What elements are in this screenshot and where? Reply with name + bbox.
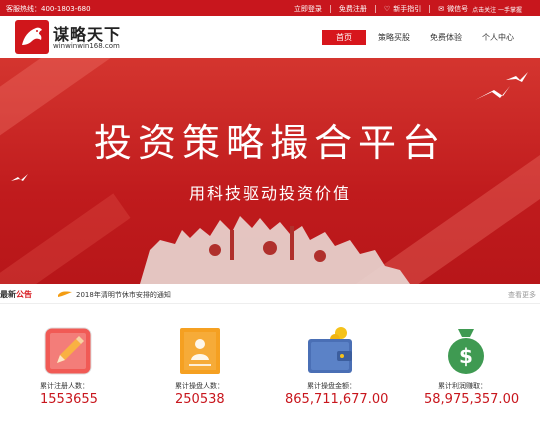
stat-value: 1553655 xyxy=(40,392,98,407)
notice-link[interactable]: 2018年清明节休市安排的通知 xyxy=(76,290,171,300)
stat-value: 58,975,357.00 xyxy=(424,392,520,407)
money-bag-icon: $ xyxy=(448,329,484,374)
logo-horse-icon xyxy=(15,20,49,54)
notice-bar: 最新公告 2018年清明节休市安排的通知 查看更多 xyxy=(0,284,540,304)
heart-icon: ♡ xyxy=(383,5,391,13)
nav-user-center[interactable]: 个人中心 xyxy=(474,30,522,45)
birds-icon xyxy=(475,72,528,100)
top-links: 立即登录 免费注册 ♡ 新手指引 ✉ 微信号 点击关注 一手掌握 xyxy=(294,4,522,14)
wechat-icon: ✉ xyxy=(438,5,445,13)
crowd-illustration xyxy=(140,216,410,284)
header: 谋略天下 winwinwin168.com 首页 策略买股 免费体验 个人中心 xyxy=(0,16,540,58)
hero-banner[interactable]: 投资策略撮合平台 用科技驱动投资价值 xyxy=(0,58,540,284)
notice-label-b: 公告 xyxy=(16,290,32,299)
guide-link[interactable]: 新手指引 xyxy=(393,4,421,14)
pencil-icon xyxy=(44,327,92,375)
trader-icon xyxy=(180,328,220,374)
stat-caption: 累计操盘金额： xyxy=(307,382,356,390)
top-bar: 客服热线：400-1803-680 立即登录 免费注册 ♡ 新手指引 ✉ 微信号… xyxy=(0,0,540,16)
nav-home[interactable]: 首页 xyxy=(322,30,366,45)
stat-value: 865,711,677.00 xyxy=(285,392,389,407)
notice-label-a: 最新 xyxy=(0,290,16,299)
banner-stripe xyxy=(0,193,131,284)
nav-strategy-buy[interactable]: 策略买股 xyxy=(370,30,418,45)
divider xyxy=(374,5,376,13)
follow-text: 点击关注 一手掌握 xyxy=(472,6,522,14)
stat-caption: 累计注册人数： xyxy=(40,382,89,390)
stat-traders: 累计操盘人数： 250538 xyxy=(175,325,295,425)
logo-domain: winwinwin168.com xyxy=(53,42,120,50)
banner-subtitle: 用科技驱动投资价值 xyxy=(188,184,351,203)
divider xyxy=(429,5,431,13)
new-badge-icon xyxy=(58,291,72,297)
divider xyxy=(329,5,331,13)
stat-caption: 累计操盘人数： xyxy=(175,382,224,390)
nav-free-trial[interactable]: 免费体验 xyxy=(422,30,470,45)
stat-amount: 累计操盘金额： 865,711,677.00 xyxy=(285,325,425,425)
register-link[interactable]: 免费注册 xyxy=(339,4,367,14)
main-nav: 首页 策略买股 免费体验 个人中心 xyxy=(322,30,522,45)
hotline-text: 客服热线：400-1803-680 xyxy=(6,5,91,13)
wechat-link[interactable]: 微信号 xyxy=(447,4,468,14)
logo[interactable]: 谋略天下 winwinwin168.com xyxy=(15,20,140,54)
svg-text:$: $ xyxy=(459,344,473,368)
wallet-icon xyxy=(308,327,352,373)
stat-value: 250538 xyxy=(175,392,225,407)
notice-label: 最新公告 xyxy=(0,289,32,300)
stat-registrations: 累计注册人数： 1553655 xyxy=(40,325,160,425)
notice-more-link[interactable]: 查看更多 xyxy=(508,290,536,300)
banner-title: 投资策略撮合平台 xyxy=(93,121,446,165)
stat-profit: $ 累计利润赚取： 58,975,357.00 xyxy=(420,325,540,425)
login-link[interactable]: 立即登录 xyxy=(294,4,322,14)
stat-caption: 累计利润赚取： xyxy=(438,382,487,390)
